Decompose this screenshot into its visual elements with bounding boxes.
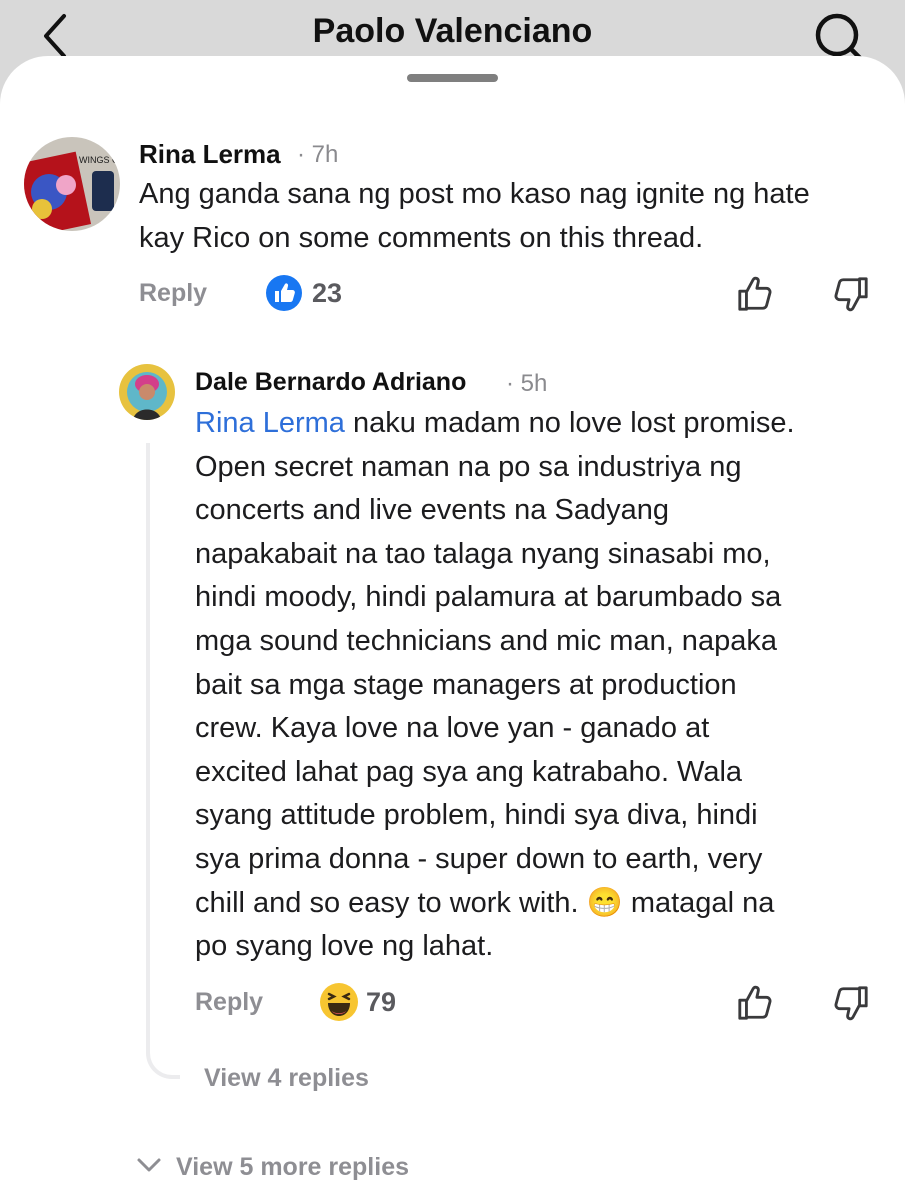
like-reaction-icon[interactable] <box>265 274 303 312</box>
mention-link[interactable]: Rina Lerma <box>195 407 345 439</box>
thread-line <box>146 443 180 1079</box>
reply-button[interactable]: Reply <box>195 988 263 1017</box>
comment-text: Rina Lerma naku madam no love lost promi… <box>195 407 795 963</box>
page-title: Paolo Valenciano <box>312 12 593 50</box>
comment-text: Ang ganda sana ng post mo kaso nag ignit… <box>139 178 810 254</box>
comment-time: · 7h <box>297 141 339 168</box>
thumbs-down-icon[interactable] <box>832 275 870 313</box>
thumbs-up-icon[interactable] <box>736 984 774 1022</box>
haha-reaction-icon[interactable] <box>319 982 359 1022</box>
sheet-grabber[interactable] <box>407 74 498 82</box>
chevron-down-icon[interactable] <box>136 1155 162 1175</box>
comment-author[interactable]: Rina Lerma <box>139 139 281 170</box>
thumbs-up-icon[interactable] <box>736 275 774 313</box>
reply-button[interactable]: Reply <box>139 279 207 308</box>
comment-author[interactable]: Dale Bernardo Adriano <box>195 368 466 397</box>
view-more-replies-button[interactable]: View 5 more replies <box>176 1153 409 1182</box>
view-replies-button[interactable]: View 4 replies <box>204 1064 369 1093</box>
reaction-count: 23 <box>312 278 343 308</box>
avatar[interactable] <box>119 364 175 420</box>
thumbs-down-icon[interactable] <box>832 984 870 1022</box>
reaction-count: 79 <box>366 987 397 1017</box>
comment-time: · 5h <box>506 370 548 397</box>
avatar[interactable]: WINGS GREA <box>24 137 120 231</box>
